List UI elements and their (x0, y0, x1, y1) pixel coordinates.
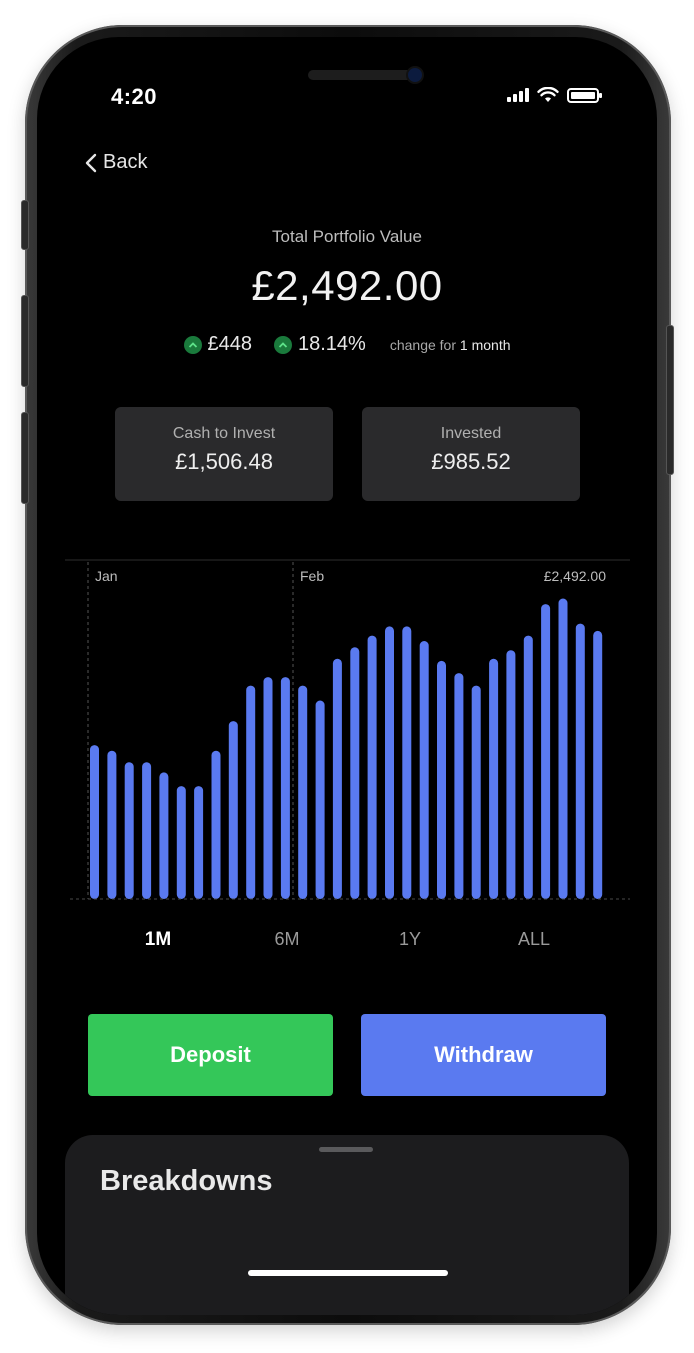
chart-bar (90, 745, 99, 899)
period-6m[interactable]: 6M (274, 929, 299, 950)
withdraw-button[interactable]: Withdraw (361, 1014, 606, 1096)
chart-bar (298, 685, 308, 899)
change-percent-item: 18.14% (274, 333, 366, 356)
chart-bar (419, 641, 429, 899)
speaker-grille (308, 70, 416, 80)
chart-bar (332, 658, 342, 899)
battery-icon (567, 87, 602, 103)
chart-bar (350, 647, 360, 899)
trend-up-icon (183, 335, 202, 354)
screen: 4:20 Back Total Portfolio Value £2,492.0… (37, 37, 657, 1315)
power-button (666, 325, 674, 475)
breakdowns-sheet[interactable]: Breakdowns (65, 1135, 629, 1315)
breakdowns-heading: Breakdowns (100, 1165, 273, 1197)
chart-bar (523, 635, 533, 899)
status-time: 4:20 (111, 84, 158, 109)
notch (167, 37, 527, 97)
period-1m[interactable]: 1M (145, 929, 171, 951)
card-label: Cash to Invest (172, 425, 276, 442)
chart-bar (315, 700, 325, 899)
chart-bar (176, 786, 186, 899)
change-period: 1 month (459, 336, 511, 353)
trend-up-icon (274, 335, 292, 354)
chart-bar (142, 762, 152, 899)
portfolio-total-value: £2,492.00 (251, 262, 443, 309)
chart-bar (471, 685, 481, 899)
portfolio-chart[interactable]: Jan Feb £2,492.00 (65, 559, 630, 904)
change-amount: £448 (207, 333, 253, 355)
chart-bar (402, 626, 412, 899)
back-button[interactable]: Back (85, 151, 147, 174)
change-caption: change for 1 month (390, 337, 511, 353)
cellular-signal-icon (507, 88, 529, 102)
chart-bar (575, 623, 585, 899)
chart-bar (489, 658, 499, 899)
card-value: £1,506.48 (175, 449, 273, 474)
front-camera (408, 68, 422, 82)
chart-bar (263, 677, 273, 899)
chart-bar (593, 630, 603, 899)
change-row: £448 18.14% change for 1 month (37, 333, 657, 356)
month-label-feb: Feb (300, 568, 324, 584)
chart-bar (506, 650, 516, 899)
bar-chart: Jan Feb £2,492.00 (65, 559, 630, 900)
chart-bars (90, 598, 603, 899)
chart-bar (454, 673, 464, 899)
wifi-icon (537, 87, 559, 102)
chart-bar (437, 660, 446, 899)
back-label: Back (103, 151, 148, 173)
chart-bar (159, 772, 169, 899)
card-value: £985.52 (431, 449, 511, 474)
chart-bar (124, 762, 134, 899)
change-amount-item: £448 (183, 333, 253, 356)
volume-down-button (21, 412, 29, 504)
card-label: Invested (440, 425, 502, 442)
chart-current-value: £2,492.00 (544, 568, 606, 584)
period-1y[interactable]: 1Y (399, 929, 421, 950)
home-indicator[interactable] (248, 1270, 448, 1276)
deposit-button[interactable]: Deposit (88, 1014, 333, 1096)
chevron-left-icon (85, 153, 97, 172)
sheet-grabber[interactable] (319, 1147, 373, 1152)
period-all[interactable]: ALL (518, 929, 550, 950)
mute-switch (21, 200, 29, 250)
status-icons (507, 87, 602, 103)
cash-to-invest-card[interactable]: Cash to Invest £1,506.48 (115, 407, 333, 501)
chart-bar (541, 604, 551, 899)
chart-bar (280, 677, 290, 899)
invested-card[interactable]: Invested £985.52 (362, 407, 580, 501)
chart-bar (246, 685, 256, 899)
portfolio-title: Total Portfolio Value (272, 227, 422, 246)
chart-bar (558, 598, 568, 899)
chart-bar (107, 750, 117, 899)
chart-bar (211, 750, 221, 899)
volume-up-button (21, 295, 29, 387)
change-percent: 18.14% (298, 333, 366, 355)
change-label: change for (389, 336, 457, 353)
chart-bar (367, 635, 377, 899)
month-label-jan: Jan (95, 568, 118, 584)
chart-bar (228, 721, 238, 899)
chart-bar (194, 786, 204, 899)
chart-bar (385, 626, 394, 899)
